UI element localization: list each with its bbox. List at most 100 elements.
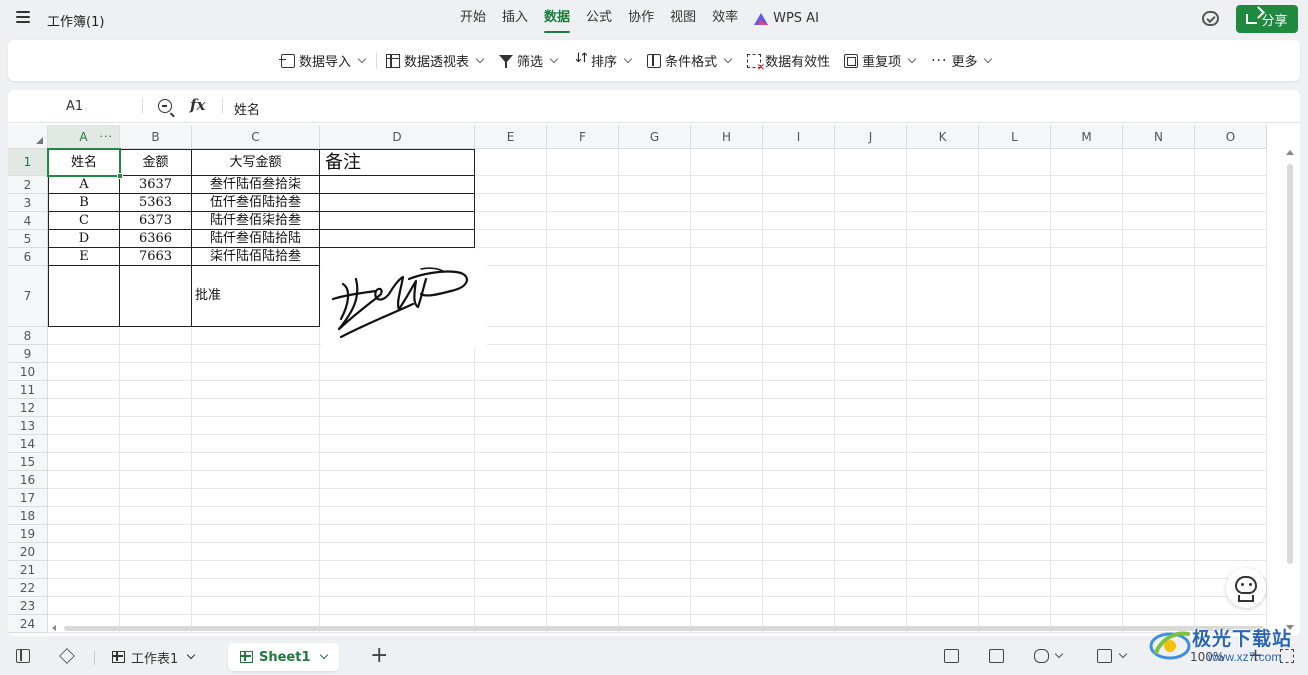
cell-l9[interactable]: [979, 345, 1051, 363]
cell-b6[interactable]: 7663: [120, 248, 192, 266]
cell-i18[interactable]: [763, 507, 835, 525]
cell-i19[interactable]: [763, 525, 835, 543]
vertical-scrollbar[interactable]: [1286, 150, 1294, 630]
cell-h17[interactable]: [691, 489, 763, 507]
cell-c11[interactable]: [192, 381, 320, 399]
cell-n20[interactable]: [1123, 543, 1195, 561]
menu-data[interactable]: 数据: [536, 0, 578, 38]
row-header-23[interactable]: 23: [8, 597, 48, 615]
document-title[interactable]: 工作簿(1): [47, 11, 104, 30]
cell-c18[interactable]: [192, 507, 320, 525]
cell-h10[interactable]: [691, 363, 763, 381]
cell-d18[interactable]: [320, 507, 475, 525]
cell-a19[interactable]: [48, 525, 120, 543]
cell-m14[interactable]: [1051, 435, 1123, 453]
cell-h15[interactable]: [691, 453, 763, 471]
cell-h13[interactable]: [691, 417, 763, 435]
cell-f13[interactable]: [547, 417, 619, 435]
cell-f11[interactable]: [547, 381, 619, 399]
cell-h5[interactable]: [691, 230, 763, 248]
cell-e21[interactable]: [475, 561, 547, 579]
cell-n4[interactable]: [1123, 212, 1195, 230]
cell-l17[interactable]: [979, 489, 1051, 507]
cell-b1[interactable]: 金额: [120, 149, 192, 176]
cell-n18[interactable]: [1123, 507, 1195, 525]
row-header-5[interactable]: 5: [8, 230, 48, 248]
cell-n23[interactable]: [1123, 597, 1195, 615]
cell-b8[interactable]: [120, 327, 192, 345]
more-button[interactable]: ··· 更多: [924, 47, 1000, 75]
cell-n1[interactable]: [1123, 149, 1195, 176]
cell-f3[interactable]: [547, 194, 619, 212]
cell-a13[interactable]: [48, 417, 120, 435]
cell-n6[interactable]: [1123, 248, 1195, 266]
cell-a14[interactable]: [48, 435, 120, 453]
review-icon[interactable]: [989, 649, 1004, 663]
cell-d15[interactable]: [320, 453, 475, 471]
cell-f2[interactable]: [547, 176, 619, 194]
cell-e22[interactable]: [475, 579, 547, 597]
cell-n12[interactable]: [1123, 399, 1195, 417]
row-header-13[interactable]: 13: [8, 417, 48, 435]
cell-n22[interactable]: [1123, 579, 1195, 597]
sheet-tab-sheet1[interactable]: Sheet1: [228, 643, 339, 671]
cell-n10[interactable]: [1123, 363, 1195, 381]
cell-j19[interactable]: [835, 525, 907, 543]
cell-g16[interactable]: [619, 471, 691, 489]
cell-d11[interactable]: [320, 381, 475, 399]
column-header-f[interactable]: F: [547, 125, 619, 149]
cell-a15[interactable]: [48, 453, 120, 471]
duplicates-button[interactable]: 重复项: [837, 47, 924, 75]
cell-a4[interactable]: C: [48, 212, 120, 230]
zoom-out-icon[interactable]: [158, 99, 172, 113]
scroll-up-arrow-icon[interactable]: [1286, 150, 1294, 155]
cell-n21[interactable]: [1123, 561, 1195, 579]
pivot-table-button[interactable]: 数据透视表: [379, 47, 492, 75]
cell-k16[interactable]: [907, 471, 979, 489]
cell-e17[interactable]: [475, 489, 547, 507]
select-all-corner[interactable]: [8, 125, 48, 149]
cell-b3[interactable]: 5363: [120, 194, 192, 212]
menu-wps-ai[interactable]: WPS AI: [746, 0, 827, 38]
cell-c5[interactable]: 陆仟叁佰陆拾陆: [192, 230, 320, 248]
cell-f22[interactable]: [547, 579, 619, 597]
cell-n3[interactable]: [1123, 194, 1195, 212]
cell-m2[interactable]: [1051, 176, 1123, 194]
cell-i14[interactable]: [763, 435, 835, 453]
cell-b2[interactable]: 3637: [120, 176, 192, 194]
cell-a23[interactable]: [48, 597, 120, 615]
row-header-20[interactable]: 20: [8, 543, 48, 561]
cell-c4[interactable]: 陆仟叁佰柒拾叁: [192, 212, 320, 230]
cell-h16[interactable]: [691, 471, 763, 489]
cell-c21[interactable]: [192, 561, 320, 579]
row-header-22[interactable]: 22: [8, 579, 48, 597]
horizontal-scrollbar[interactable]: [52, 624, 1284, 632]
cell-o11[interactable]: [1195, 381, 1267, 399]
cell-n15[interactable]: [1123, 453, 1195, 471]
cell-m10[interactable]: [1051, 363, 1123, 381]
cell-g17[interactable]: [619, 489, 691, 507]
data-validation-button[interactable]: 数据有效性: [740, 47, 837, 75]
cell-n13[interactable]: [1123, 417, 1195, 435]
cell-e13[interactable]: [475, 417, 547, 435]
row-header-24[interactable]: 24: [8, 615, 48, 633]
cloud-sync-icon[interactable]: [1202, 11, 1219, 26]
cell-d10[interactable]: [320, 363, 475, 381]
cell-a17[interactable]: [48, 489, 120, 507]
cell-a3[interactable]: B: [48, 194, 120, 212]
cell-b18[interactable]: [120, 507, 192, 525]
cell-e20[interactable]: [475, 543, 547, 561]
cell-k6[interactable]: [907, 248, 979, 266]
row-header-19[interactable]: 19: [8, 525, 48, 543]
cell-m7[interactable]: [1051, 266, 1123, 327]
column-header-b[interactable]: B: [120, 125, 192, 149]
column-header-m[interactable]: M: [1051, 125, 1123, 149]
cell-i1[interactable]: [763, 149, 835, 176]
cell-i8[interactable]: [763, 327, 835, 345]
cell-c1[interactable]: 大写金额: [192, 149, 320, 176]
cell-a6[interactable]: E: [48, 248, 120, 266]
cell-j9[interactable]: [835, 345, 907, 363]
cell-m21[interactable]: [1051, 561, 1123, 579]
sheet-tab-worksheet1[interactable]: 工作表1: [100, 643, 206, 671]
cell-b11[interactable]: [120, 381, 192, 399]
